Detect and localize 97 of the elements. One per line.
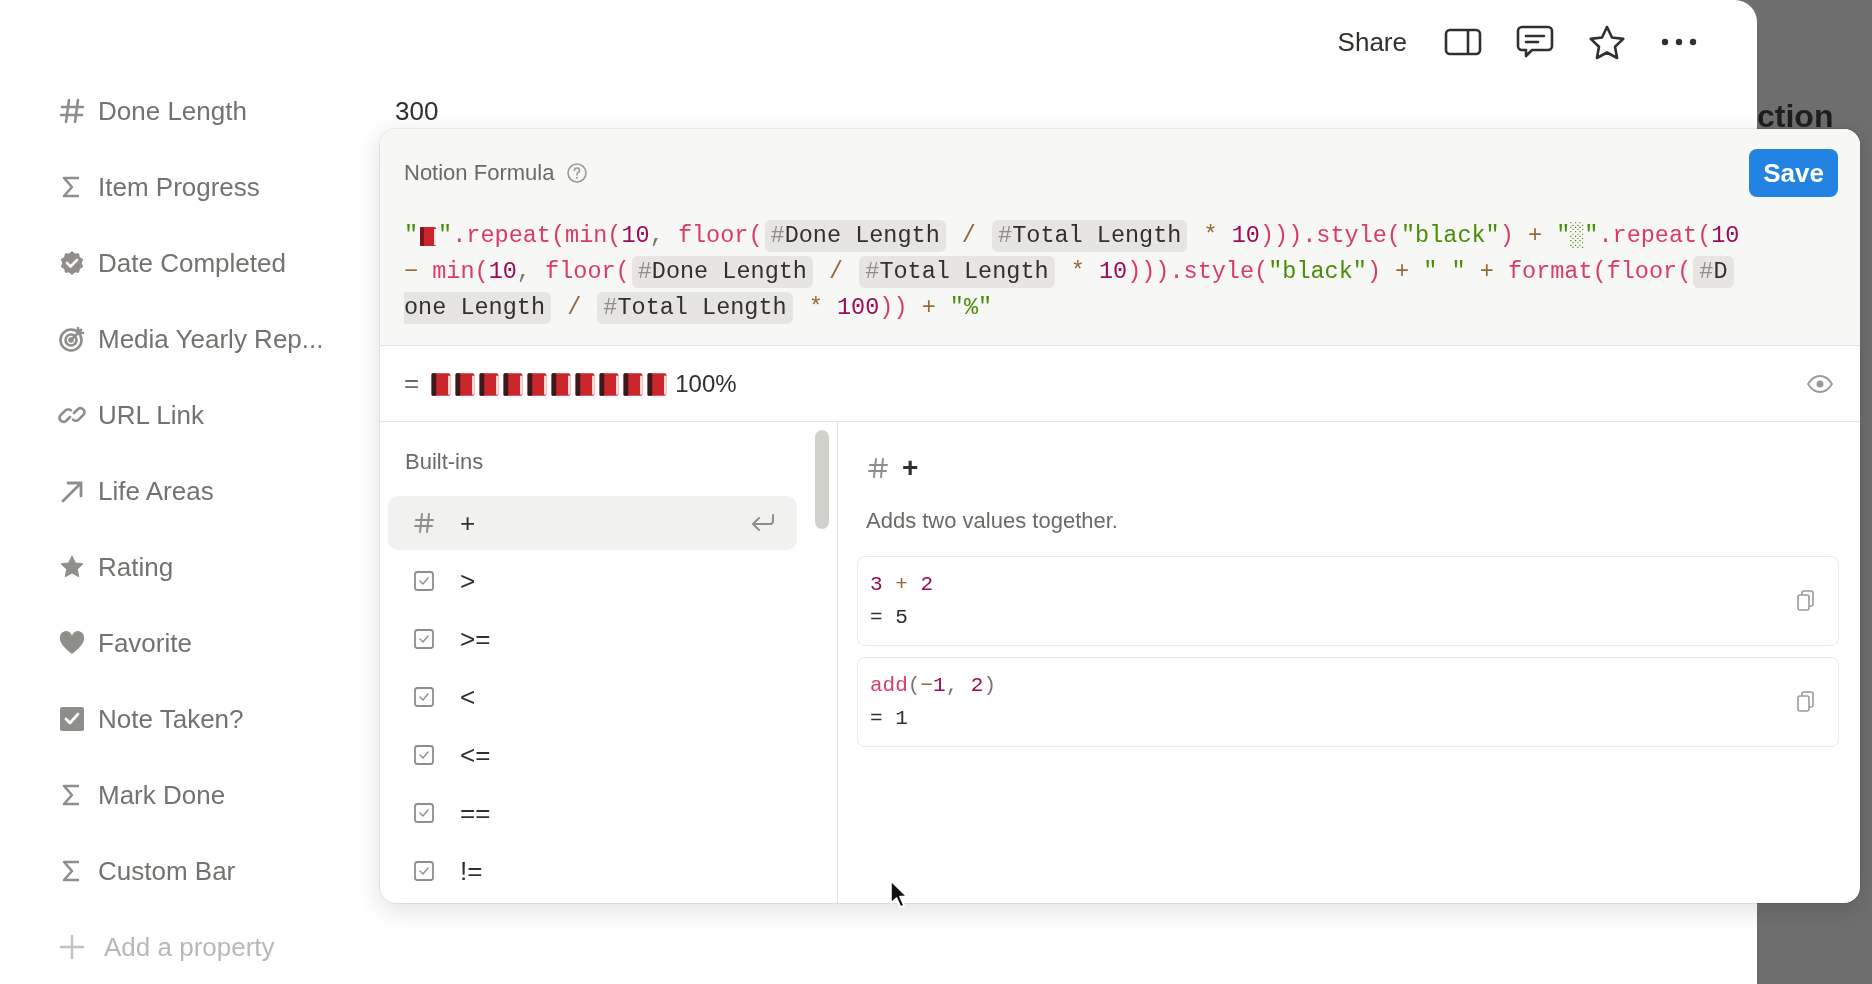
code-token: + [1394, 257, 1411, 287]
copy-icon[interactable] [1796, 589, 1816, 613]
code-token: .repeat( [1598, 221, 1712, 251]
hash-icon [866, 456, 890, 480]
property-name[interactable]: Custom Bar [98, 855, 236, 887]
code-token: * [1202, 221, 1219, 251]
property-token[interactable]: #Total Length [597, 292, 793, 324]
code-token: " [404, 221, 419, 251]
code-token: "░" [1556, 221, 1599, 251]
code-token: / [960, 221, 977, 251]
property-name[interactable]: Item Progress [98, 171, 260, 203]
code-token: min( [432, 257, 489, 287]
property-name[interactable]: Date Completed [98, 247, 286, 279]
code-token: 10 [1231, 221, 1260, 251]
property-name[interactable]: Mark Done [98, 779, 226, 811]
copy-icon[interactable] [1796, 690, 1816, 714]
property-name[interactable]: Note Taken? [98, 703, 244, 735]
checkbox-icon [412, 743, 436, 767]
equals-sign: = [404, 368, 420, 399]
section-label: Built-ins [404, 448, 485, 476]
code-token: "black" [1401, 221, 1500, 251]
background-heading: ction [1757, 98, 1834, 134]
code-token: 10 [621, 221, 650, 251]
function-item[interactable]: == [388, 786, 797, 840]
check-badge-icon [58, 249, 86, 277]
code-token: ) [1499, 221, 1514, 251]
property-name[interactable]: Rating [98, 551, 174, 583]
code-token: 100 [837, 293, 880, 323]
function-item[interactable]: + [388, 496, 797, 550]
code-token: / [566, 293, 583, 323]
example-code: 3 + 2 [870, 572, 934, 598]
help-icon[interactable] [566, 162, 589, 184]
checkbox-icon [412, 685, 436, 709]
code-token: .repeat(min( [452, 221, 622, 251]
property-value[interactable]: 300 [395, 95, 439, 127]
code-token: floor( [545, 257, 630, 287]
enter-icon [749, 512, 777, 534]
property-name[interactable]: Life Areas [98, 475, 214, 507]
hash-icon [412, 511, 436, 535]
code-token: − [404, 257, 420, 287]
code-token: * [807, 293, 824, 323]
code-token: + [1526, 221, 1544, 251]
code-token: "black" [1268, 257, 1367, 287]
code-token: * [1069, 257, 1086, 287]
code-token: + [1478, 257, 1495, 287]
checkbox-icon [412, 569, 436, 593]
code-token: ))).style( [1259, 221, 1401, 251]
property-token[interactable]: #D [1693, 256, 1734, 288]
code-token: floor( [677, 221, 763, 251]
code-token: ) [1366, 257, 1381, 287]
function-description: Adds two values together. [865, 507, 1119, 535]
heart-icon [58, 629, 86, 657]
target-icon [58, 325, 86, 353]
plus-icon[interactable] [58, 933, 86, 961]
property-token[interactable]: #Done Length [631, 256, 813, 288]
property-name[interactable]: URL Link [98, 399, 204, 431]
dialog-title: Notion Formula [404, 160, 555, 186]
code-token: 10 [488, 257, 517, 287]
property-token[interactable]: #Total Length [992, 220, 1188, 252]
code-token: + [920, 293, 937, 323]
checkbox-icon [412, 801, 436, 825]
example-result: = 5 [870, 605, 909, 631]
function-name: + [902, 452, 919, 484]
function-item[interactable]: != [388, 844, 797, 898]
result-value: 100% [675, 369, 737, 398]
code-token: ))).style( [1127, 257, 1269, 287]
code-token: " [438, 221, 453, 251]
property-name[interactable]: Done Length [98, 95, 247, 127]
function-item[interactable]: > [388, 554, 797, 608]
property-token[interactable]: one Length [404, 292, 552, 324]
checkbox-icon [412, 859, 436, 883]
hash-icon [58, 97, 86, 125]
code-token: 10 [1098, 257, 1128, 287]
example-code: add(−1, 2) [870, 673, 997, 699]
code-token: " " [1423, 257, 1466, 287]
save-button[interactable]: Save [1749, 149, 1838, 197]
checkbox-icon [58, 705, 86, 733]
property-name[interactable]: Favorite [98, 627, 192, 659]
function-item[interactable]: <= [388, 728, 797, 782]
share-button[interactable]: Share [1337, 22, 1407, 62]
checkbox-icon [412, 627, 436, 651]
scrollbar-thumb[interactable] [815, 430, 829, 529]
code-token: "%" [949, 293, 993, 323]
example-result: = 1 [870, 706, 909, 732]
function-item[interactable]: >= [388, 612, 797, 666]
code-token: )) [879, 293, 908, 323]
property-name[interactable]: Media Yearly Rep... [98, 323, 324, 355]
code-token: , [516, 257, 532, 287]
code-token: / [828, 257, 845, 287]
book-icon [418, 225, 439, 247]
code-token: 10 [1711, 221, 1740, 251]
property-token[interactable]: #Done Length [764, 220, 946, 252]
property-token[interactable]: #Total Length [859, 256, 1055, 288]
code-token: , [649, 221, 665, 251]
function-item[interactable]: < [388, 670, 797, 724]
eye-icon[interactable] [1806, 373, 1834, 394]
code-token: format(floor( [1507, 257, 1692, 287]
